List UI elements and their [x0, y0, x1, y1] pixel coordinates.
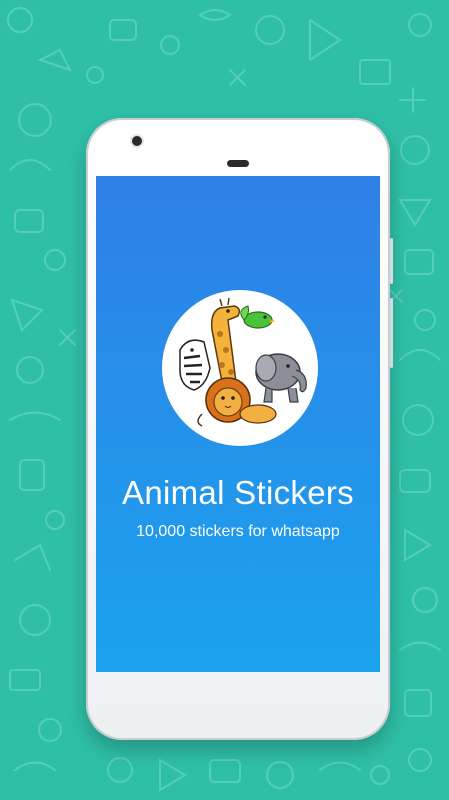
- elephant-icon: [255, 353, 307, 403]
- app-subtitle: 10,000 stickers for whatsapp: [136, 523, 340, 540]
- splash-screen: Animal Stickers 10,000 stickers for what…: [96, 176, 380, 672]
- zebra-icon: [179, 339, 211, 391]
- earpiece-speaker: [227, 160, 249, 167]
- front-camera-icon: [132, 136, 142, 146]
- phone-frame: Animal Stickers 10,000 stickers for what…: [86, 118, 393, 740]
- parrot-icon: [240, 305, 275, 329]
- app-title: Animal Stickers: [122, 474, 354, 511]
- volume-button: [390, 298, 393, 368]
- app-logo: [162, 290, 318, 446]
- power-button: [390, 238, 393, 284]
- animal-group-icon: [179, 297, 307, 427]
- giraffe-icon: [210, 297, 241, 383]
